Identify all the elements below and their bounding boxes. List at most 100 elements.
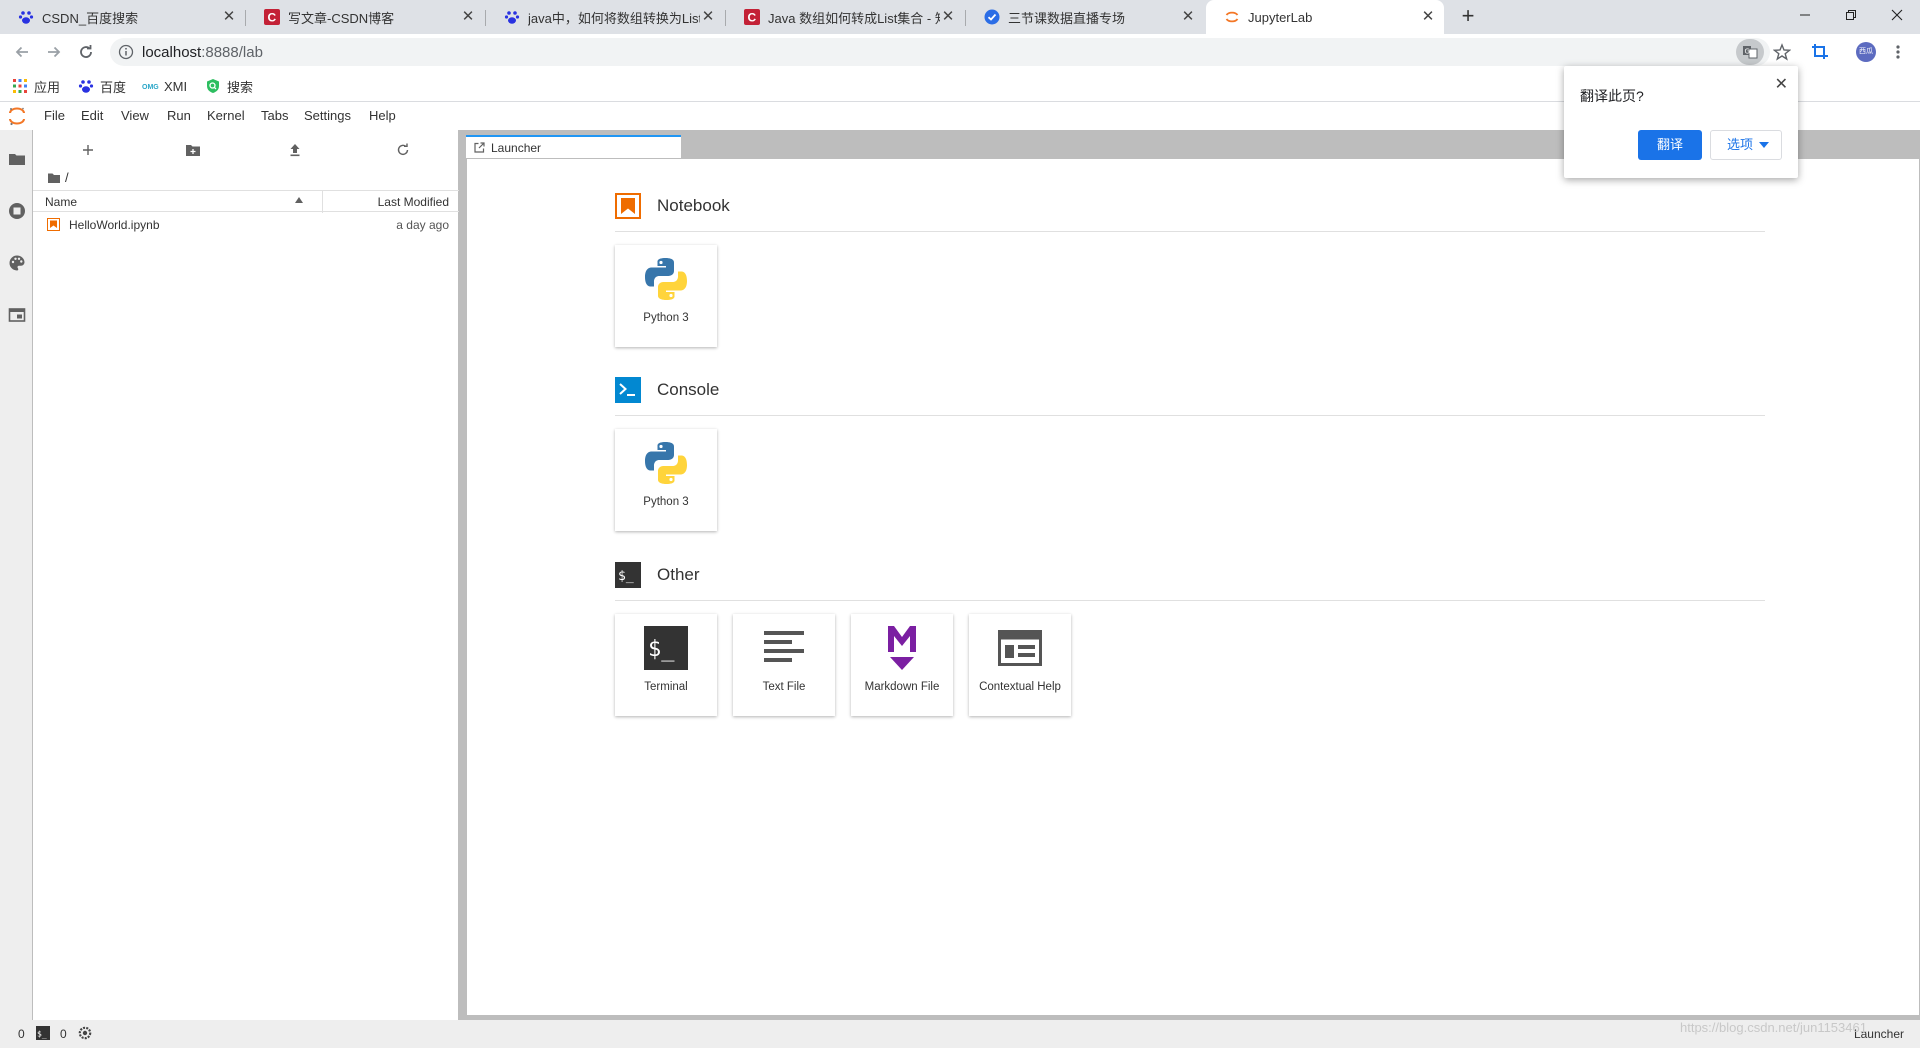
bookmark-label: 应用 [34, 79, 61, 95]
column-divider[interactable] [322, 191, 323, 213]
launcher-card-contextual-help[interactable]: Contextual Help [969, 614, 1071, 716]
translate-icon[interactable]: G [1736, 39, 1764, 65]
running-sessions-icon[interactable] [8, 202, 26, 220]
browser-tab[interactable]: C Java 数组如何转成List集合 - 知 ✕ [726, 0, 964, 34]
browser-tab[interactable]: C 写文章-CSDN博客 ✕ [246, 0, 484, 34]
left-sidebar-tabs [0, 130, 33, 1020]
close-icon[interactable]: ✕ [1420, 9, 1436, 25]
browser-tab[interactable]: 三节课数据直播专场 ✕ [966, 0, 1204, 34]
bookmark-search[interactable]: 搜索 [205, 76, 253, 96]
bookmark-star-icon[interactable] [1768, 38, 1796, 66]
chrome-menu-icon[interactable] [1884, 38, 1912, 66]
contextual-help-icon [996, 624, 1044, 672]
open-tabs-icon[interactable] [8, 306, 26, 324]
bookmark-label: 百度 [100, 79, 127, 95]
card-label: Markdown File [864, 681, 940, 693]
browser-tab[interactable]: java中，如何将数组转换为List集 ✕ [486, 0, 724, 34]
menu-view[interactable]: View [121, 108, 149, 123]
bookmark-baidu[interactable]: 百度 [78, 76, 126, 96]
browser-tab-title: CSDN_百度搜索 [42, 10, 139, 26]
notebook-icon [615, 193, 641, 219]
minimize-button[interactable] [1782, 0, 1828, 30]
close-icon[interactable]: ✕ [221, 9, 237, 25]
menu-file[interactable]: File [44, 108, 65, 123]
file-row[interactable]: HelloWorld.ipynb a day ago [33, 214, 459, 236]
back-button[interactable] [8, 38, 36, 66]
column-name-header[interactable]: Name [45, 195, 77, 209]
search-shield-icon [205, 78, 221, 94]
launcher-card-console-python3[interactable]: Python 3 [615, 429, 717, 531]
menu-tabs[interactable]: Tabs [261, 108, 288, 123]
refresh-button[interactable] [393, 140, 413, 160]
folder-icon[interactable] [47, 172, 61, 184]
url-host: localhost [142, 44, 202, 61]
launcher-card-terminal[interactable]: $_ Terminal [615, 614, 717, 716]
terminal-section-icon: $_ [615, 562, 641, 588]
launcher-card-notebook-python3[interactable]: Python 3 [615, 245, 717, 347]
console-icon [615, 377, 641, 403]
column-modified-header[interactable]: Last Modified [378, 195, 449, 209]
profile-avatar[interactable]: 西瓜 [1852, 38, 1880, 66]
new-folder-button[interactable] [183, 140, 203, 160]
settings-gear-icon[interactable] [78, 1026, 92, 1040]
sort-ascending-icon[interactable] [295, 197, 303, 203]
csdn-icon: C [264, 9, 280, 25]
info-icon[interactable] [118, 44, 134, 60]
card-label: Terminal [644, 681, 688, 693]
crop-extension-icon[interactable] [1806, 38, 1834, 66]
launcher-section-notebook: Notebook Python 3 [615, 193, 1765, 353]
close-icon[interactable]: ✕ [460, 9, 476, 25]
menu-help[interactable]: Help [369, 108, 396, 123]
svg-text:OMG: OMG [142, 84, 159, 91]
text-file-icon [760, 624, 808, 672]
tab-launcher[interactable]: Launcher [466, 135, 681, 158]
terminal-count[interactable]: 0 [60, 1027, 67, 1041]
palette-icon[interactable] [8, 254, 26, 272]
menu-edit[interactable]: Edit [81, 108, 103, 123]
panel-splitter[interactable] [459, 130, 466, 1020]
baidu-paw-icon [504, 9, 520, 25]
translate-button[interactable]: 翻译 [1638, 130, 1702, 160]
address-bar[interactable]: localhost:8888/lab G [110, 38, 1770, 66]
notebook-file-icon [47, 218, 60, 231]
folder-icon[interactable] [8, 150, 26, 168]
close-icon[interactable]: ✕ [940, 9, 956, 25]
svg-text:C: C [268, 11, 277, 25]
close-icon[interactable]: ✕ [700, 9, 716, 25]
browser-tab[interactable]: CSDN_百度搜索 ✕ [0, 0, 245, 34]
svg-text:G: G [1745, 48, 1750, 56]
new-tab-button[interactable]: + [1455, 4, 1481, 30]
svg-text:$_: $_ [37, 1030, 47, 1039]
close-window-button[interactable] [1874, 0, 1920, 30]
new-launcher-button[interactable] [78, 140, 98, 160]
browser-tab-active[interactable]: JupyterLab ✕ [1206, 0, 1444, 34]
bookmark-apps[interactable]: 应用 [12, 76, 60, 96]
browser-tab-title: java中，如何将数组转换为List集 [528, 10, 700, 26]
translate-options-button[interactable]: 选项 [1710, 130, 1782, 160]
browser-tab-title: Java 数组如何转成List集合 - 知 [768, 10, 940, 26]
file-browser-panel: / Name Last Modified HelloWorld.ipynb a … [33, 130, 459, 1020]
breadcrumb-root[interactable]: / [65, 170, 69, 185]
launcher-card-text-file[interactable]: Text File [733, 614, 835, 716]
reload-button[interactable] [72, 38, 100, 66]
menu-kernel[interactable]: Kernel [207, 108, 245, 123]
jupyterlab-app: File Edit View Run Kernel Tabs Settings … [0, 102, 1920, 1048]
upload-button[interactable] [285, 140, 305, 160]
menu-run[interactable]: Run [167, 108, 191, 123]
launcher-card-markdown[interactable]: Markdown File [851, 614, 953, 716]
close-icon[interactable]: ✕ [1180, 9, 1196, 25]
apps-grid-icon [12, 78, 28, 94]
translate-popup: 翻译此页? ✕ 翻译 选项 [1564, 66, 1798, 178]
forward-button[interactable] [40, 38, 68, 66]
kernel-count[interactable]: 0 [18, 1027, 25, 1041]
restore-button[interactable] [1828, 0, 1874, 30]
bookmark-xmi[interactable]: OMG XMI [142, 76, 187, 96]
svg-text:$_: $_ [618, 569, 634, 584]
terminal-status-icon[interactable]: $_ [36, 1026, 50, 1040]
breadcrumb: / [47, 170, 69, 185]
close-icon[interactable]: ✕ [1775, 74, 1788, 94]
section-header: Console [615, 377, 719, 403]
section-divider [615, 600, 1765, 601]
menu-settings[interactable]: Settings [304, 108, 351, 123]
launcher-section-console: Console Python 3 [615, 377, 1765, 537]
